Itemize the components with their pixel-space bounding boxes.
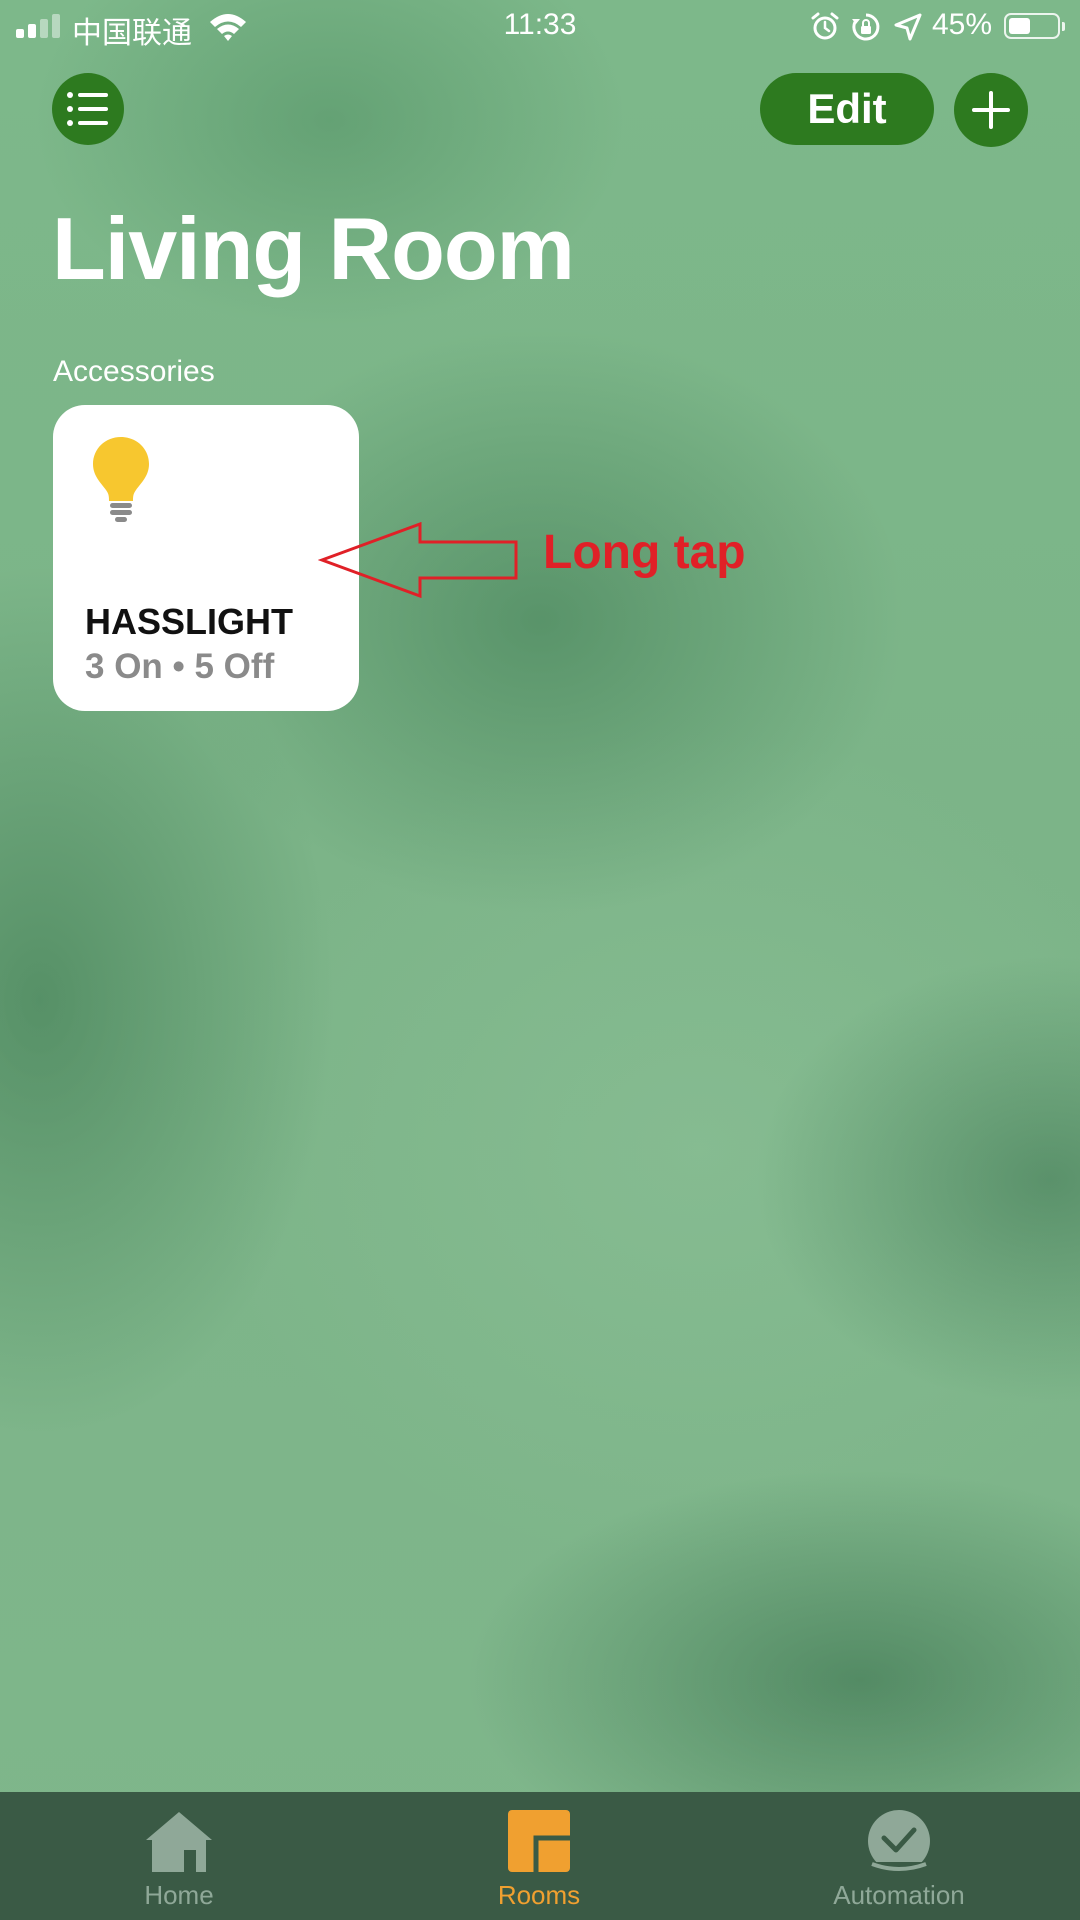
location-icon	[894, 13, 922, 41]
status-bar: 中国联通 11:33 45%	[0, 0, 1080, 52]
menu-button[interactable]	[52, 73, 124, 145]
tab-label: Rooms	[497, 1880, 581, 1910]
checkmark-clock-icon	[868, 1810, 930, 1876]
battery-level	[1009, 18, 1030, 34]
tab-rooms[interactable]: Rooms	[389, 1792, 689, 1920]
battery-percent: 45%	[932, 8, 993, 41]
tab-automation[interactable]: Automation	[749, 1792, 1049, 1920]
list-icon	[67, 92, 108, 126]
accessory-tile[interactable]: HASSLIGHT 3 On • 5 Off	[53, 405, 359, 711]
accessory-status: 3 On • 5 Off	[85, 647, 275, 686]
tab-label: Automation	[833, 1880, 965, 1910]
page-title: Living Room	[52, 199, 575, 298]
plus-icon	[972, 91, 1010, 129]
house-icon	[146, 1812, 212, 1872]
tab-label: Home	[144, 1880, 214, 1910]
annotation-label: Long tap	[543, 526, 746, 579]
tab-home[interactable]: Home	[29, 1792, 329, 1920]
battery-icon	[1004, 13, 1065, 39]
add-button[interactable]	[954, 73, 1028, 147]
lightbulb-icon	[93, 437, 149, 522]
rooms-icon	[508, 1810, 570, 1872]
annotation-arrow-icon	[318, 522, 518, 598]
edit-button[interactable]: Edit	[760, 73, 934, 145]
section-label: Accessories	[53, 355, 215, 388]
alarm-icon	[811, 12, 839, 40]
tab-bar: Home Rooms Automation	[0, 1792, 1080, 1920]
orientation-lock-icon	[852, 13, 880, 41]
accessory-name: HASSLIGHT	[85, 601, 294, 642]
